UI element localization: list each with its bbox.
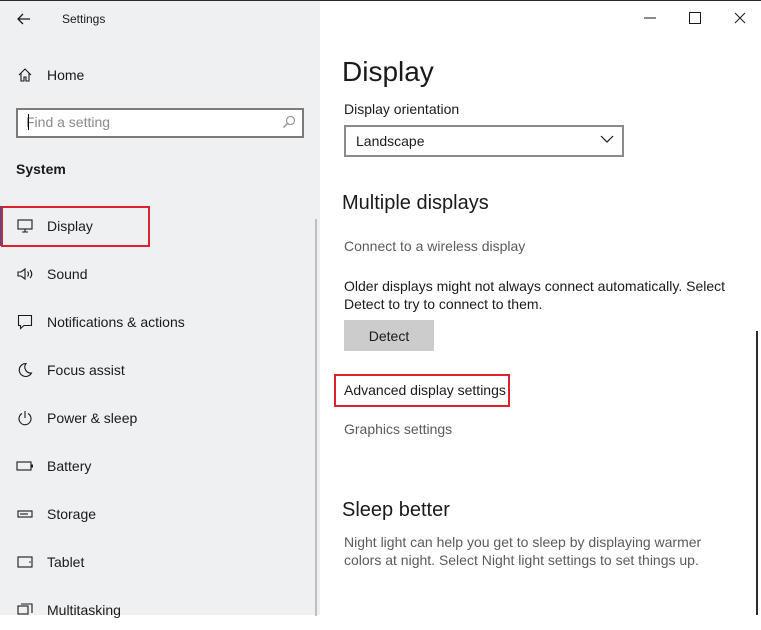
page-title: Display [342,56,434,87]
sidebar-item-label: Sound [47,266,88,282]
maximize-icon [689,12,701,24]
sidebar-item-sound[interactable]: Sound [0,254,320,294]
moon-icon [16,361,34,379]
sidebar-item-notifications[interactable]: Notifications & actions [0,302,320,342]
sidebar-item-label: Multitasking [47,602,121,618]
sidebar-item-home[interactable]: Home [0,55,320,95]
sidebar-item-label: Battery [47,458,92,474]
sleep-better-heading: Sleep better [342,499,450,521]
close-icon [734,12,746,24]
speaker-icon [16,265,34,283]
back-arrow-icon [17,13,30,25]
sidebar-item-multitasking[interactable]: Multitasking [0,590,320,630]
close-button[interactable] [717,0,761,36]
sidebar-item-tablet[interactable]: Tablet [0,542,320,582]
sidebar-item-label: Storage [47,506,97,522]
sidebar-item-focus-assist[interactable]: Focus assist [0,350,320,390]
sidebar-item-label: Focus assist [47,362,125,378]
advanced-settings-highlight-box [334,374,510,407]
minimize-icon [644,17,656,19]
sidebar-item-storage[interactable]: Storage [0,494,320,534]
graphics-settings-link[interactable]: Graphics settings [344,421,452,437]
multiple-displays-heading: Multiple displays [342,192,489,214]
multitasking-icon [16,601,34,619]
text-caret [28,114,29,130]
sidebar-item-battery[interactable]: Battery [0,446,320,486]
content-scrollbar[interactable] [756,331,758,615]
wireless-display-link[interactable]: Connect to a wireless display [344,238,525,254]
notification-icon [16,313,34,331]
tablet-icon [16,553,34,571]
sidebar-item-power-sleep[interactable]: Power & sleep [0,398,320,438]
orientation-dropdown[interactable]: Landscape [344,125,624,157]
power-icon [16,409,34,427]
search-input[interactable] [26,113,266,131]
chevron-down-icon [600,135,614,143]
battery-icon [16,457,34,475]
sidebar: Settings Home System Display Sound Notif… [0,1,320,618]
sidebar-item-label: Notifications & actions [47,314,185,330]
maximize-button[interactable] [672,0,718,36]
minimize-button[interactable] [627,0,673,36]
sidebar-item-label: Home [47,67,85,83]
sidebar-item-label: Tablet [47,554,85,570]
sidebar-item-label: Power & sleep [47,410,138,426]
orientation-label: Display orientation [344,101,460,117]
search-field[interactable] [16,108,304,138]
content-pane: Display Display orientation Landscape Mu… [320,1,761,615]
detect-button[interactable]: Detect [344,320,434,351]
orientation-selected-value: Landscape [356,133,425,149]
detect-description: Older displays might not always connect … [344,278,726,312]
app-title: Settings [62,12,106,26]
sidebar-scrollbar[interactable] [315,219,317,616]
storage-icon [16,505,34,523]
home-icon [16,66,34,84]
search-icon [283,115,296,128]
back-button[interactable] [14,9,34,29]
section-label: System [16,161,66,177]
sleep-better-description: Night light can help you get to sleep by… [344,534,702,568]
display-highlight-box [1,206,150,247]
